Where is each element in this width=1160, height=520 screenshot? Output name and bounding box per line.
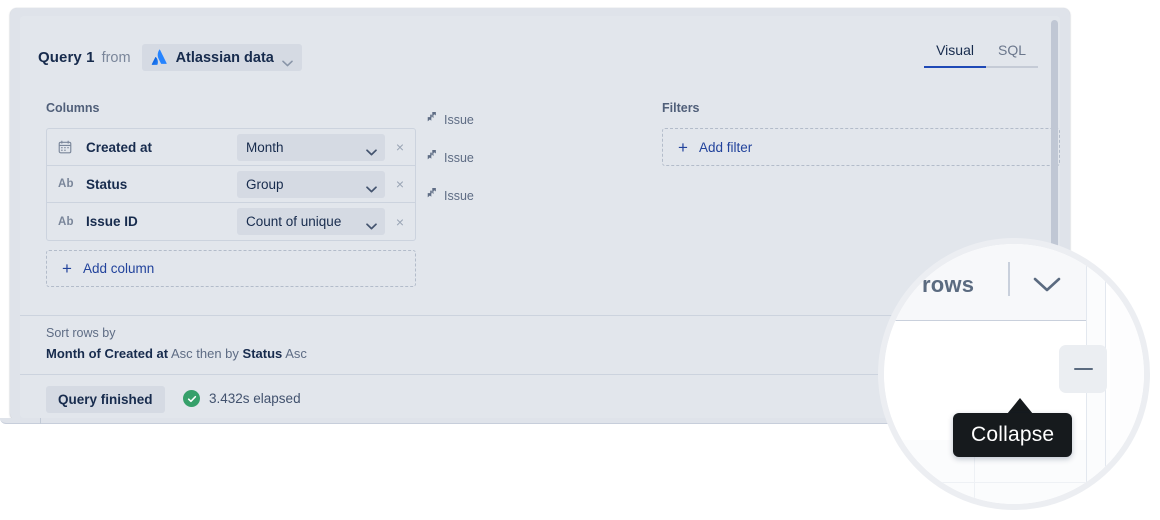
data-source-label: Atlassian data bbox=[175, 49, 274, 66]
chevron-down-icon bbox=[282, 54, 293, 67]
tab-sql-label: SQL bbox=[997, 42, 1026, 58]
tab-visual-label: Visual bbox=[936, 42, 974, 58]
jira-issue-icon bbox=[424, 149, 437, 167]
sort-expression[interactable]: Month of Created at Asc then by Status A… bbox=[46, 346, 307, 361]
table-row[interactable]: Ab Status Group × bbox=[47, 166, 415, 203]
calendar-icon bbox=[58, 140, 78, 154]
data-source-selector[interactable]: Atlassian data bbox=[141, 44, 302, 71]
tab-visual[interactable]: Visual bbox=[924, 42, 986, 68]
collapse-tooltip: Collapse bbox=[953, 413, 1073, 457]
column-name: Created at bbox=[86, 139, 153, 155]
remove-column-button[interactable]: × bbox=[385, 177, 415, 191]
columns-section: Columns Created at Month × Ab Status Gro… bbox=[46, 101, 416, 287]
ab-text-icon: Ab bbox=[58, 178, 74, 190]
jira-issue-icon bbox=[424, 111, 437, 129]
elapsed-group: 3.432s elapsed bbox=[183, 390, 301, 407]
view-mode-tabs: Visual SQL bbox=[924, 42, 1038, 68]
from-label: from bbox=[101, 49, 131, 66]
chevron-down-icon[interactable] bbox=[1032, 276, 1062, 294]
source-tag-label: Issue bbox=[444, 113, 474, 127]
filters-section-label: Filters bbox=[662, 101, 700, 115]
aggregation-select[interactable]: Count of unique bbox=[237, 208, 385, 235]
strip-divider bbox=[40, 418, 41, 424]
check-circle-icon bbox=[183, 390, 200, 407]
add-filter-button[interactable]: + Add filter bbox=[662, 128, 1060, 166]
sort-rows-label: Sort rows by bbox=[46, 326, 116, 340]
chevron-down-icon bbox=[366, 144, 377, 155]
columns-list: Created at Month × Ab Status Group × Ab … bbox=[46, 128, 416, 241]
atlassian-logo-icon bbox=[151, 49, 168, 66]
minus-icon bbox=[1073, 367, 1093, 371]
list-item: Issue bbox=[424, 101, 544, 139]
aggregation-value: Count of unique bbox=[246, 214, 342, 229]
magnified-rows-label: rows bbox=[922, 272, 975, 297]
remove-column-button[interactable]: × bbox=[385, 140, 415, 154]
remove-column-button[interactable]: × bbox=[385, 215, 415, 229]
ab-text-icon: Ab bbox=[58, 215, 74, 228]
aggregation-select[interactable]: Group bbox=[237, 170, 385, 198]
list-item: Issue bbox=[424, 139, 544, 177]
aggregation-select[interactable]: Month bbox=[237, 133, 385, 161]
source-tag-label: Issue bbox=[444, 151, 474, 165]
add-column-button[interactable]: + Add column bbox=[46, 250, 416, 287]
column-name: Status bbox=[86, 176, 128, 192]
add-filter-label: Add filter bbox=[698, 139, 753, 155]
chevron-down-icon bbox=[366, 218, 377, 230]
jira-issue-icon bbox=[424, 187, 437, 205]
scrollbar-thumb[interactable] bbox=[1051, 20, 1058, 260]
source-tag-label: Issue bbox=[444, 189, 474, 203]
column-source-tags: Issue Issue Issue bbox=[424, 101, 544, 215]
sort-primary-direction: Asc bbox=[170, 346, 193, 361]
table-row[interactable]: Created at Month × bbox=[47, 129, 415, 166]
tab-active-indicator bbox=[924, 66, 986, 68]
query-status-button[interactable]: Query finished bbox=[46, 386, 165, 413]
sort-then-by-label: then by bbox=[196, 346, 239, 361]
aggregation-value: Group bbox=[246, 176, 284, 192]
column-name: Issue ID bbox=[86, 214, 138, 229]
aggregation-value: Month bbox=[246, 139, 284, 155]
tab-sql[interactable]: SQL bbox=[985, 42, 1038, 68]
elapsed-time-label: 3.432s elapsed bbox=[209, 391, 301, 406]
magnified-divider bbox=[1008, 262, 1010, 296]
plus-icon: + bbox=[678, 137, 688, 157]
sort-secondary-field: Status bbox=[242, 346, 283, 361]
collapse-button[interactable] bbox=[1059, 345, 1107, 393]
tab-inactive-indicator bbox=[985, 66, 1038, 68]
chevron-down-icon bbox=[366, 181, 377, 192]
tooltip-arrow bbox=[1007, 398, 1033, 414]
magnifier-lens: rows bbox=[878, 238, 1150, 510]
plus-icon: + bbox=[62, 259, 72, 278]
table-row[interactable]: Ab Issue ID Count of unique × bbox=[47, 203, 415, 240]
sort-secondary-direction: Asc bbox=[285, 346, 307, 361]
query-title-group: Query 1 from Atlassian data bbox=[38, 44, 302, 71]
magnified-side-column-outer bbox=[1110, 244, 1144, 504]
page-title: Query 1 bbox=[38, 49, 95, 66]
panel-header: Query 1 from Atlassian data Visual SQL bbox=[20, 16, 1060, 78]
filters-section: Filters + Add filter bbox=[662, 101, 1060, 166]
list-item: Issue bbox=[424, 177, 544, 215]
sort-primary-field: Month of Created at bbox=[46, 346, 169, 361]
add-column-label: Add column bbox=[82, 261, 155, 276]
magnifier-content: rows bbox=[884, 244, 1144, 504]
columns-section-label: Columns bbox=[46, 101, 100, 115]
